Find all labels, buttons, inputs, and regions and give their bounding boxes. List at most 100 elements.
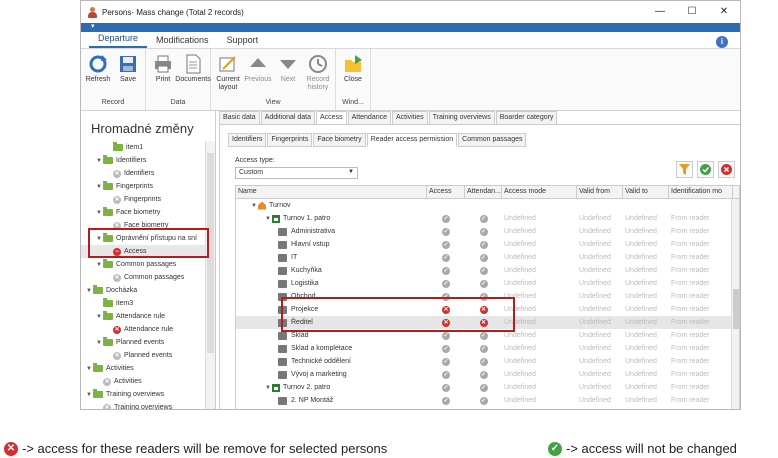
- tree-node[interactable]: item3: [81, 297, 206, 310]
- close-button[interactable]: ✕: [708, 1, 740, 23]
- check-icon[interactable]: ✓: [442, 279, 450, 288]
- check-icon[interactable]: ✓: [442, 240, 450, 249]
- tab-modifications[interactable]: Modifications: [147, 35, 218, 48]
- refresh-button[interactable]: Refresh: [83, 51, 113, 99]
- tree-node[interactable]: ▼ Training overviews: [81, 388, 206, 401]
- close-window-button[interactable]: Close: [338, 51, 368, 99]
- check-icon[interactable]: ✓: [479, 344, 488, 353]
- tree-node[interactable]: ▼ Identifiers: [81, 154, 206, 167]
- column-valid-from[interactable]: Valid from: [577, 186, 623, 198]
- chevron-down-icon[interactable]: ▼: [95, 210, 103, 216]
- table-row[interactable]: Technické oddělení ✓ ✓ Undefined Undefined Un…: [236, 355, 739, 368]
- tab-support[interactable]: Support: [218, 35, 268, 48]
- tree-scrollbar[interactable]: [205, 141, 215, 409]
- save-button[interactable]: Save: [113, 51, 143, 99]
- column-access[interactable]: Access: [427, 186, 465, 198]
- check-icon[interactable]: ✓: [442, 331, 450, 340]
- subtab-face-biometry[interactable]: Face biometry: [313, 133, 366, 147]
- grid-scrollbar[interactable]: [731, 199, 739, 409]
- next-button[interactable]: Next: [273, 51, 303, 99]
- chevron-down-icon[interactable]: ▼: [264, 385, 272, 391]
- check-icon[interactable]: ✓: [479, 396, 488, 405]
- subtab-common-passages[interactable]: Common passages: [458, 133, 527, 147]
- tab-attendance[interactable]: Attendance: [347, 111, 391, 124]
- tree-node[interactable]: ✕ Attendance rule: [81, 323, 206, 336]
- tree-node[interactable]: ✕ Common passages: [81, 271, 206, 284]
- check-icon[interactable]: ✓: [442, 357, 450, 366]
- chevron-down-icon[interactable]: ▼: [85, 288, 93, 294]
- table-row[interactable]: ▼ Turnov: [236, 199, 739, 212]
- check-icon[interactable]: ✓: [442, 266, 450, 275]
- tab-additional-data[interactable]: Additional data: [260, 111, 316, 124]
- chevron-down-icon[interactable]: ▼: [264, 216, 272, 222]
- help-info-icon[interactable]: i: [716, 36, 728, 48]
- minimize-button[interactable]: —: [644, 1, 676, 23]
- print-button[interactable]: Print: [148, 51, 178, 99]
- filter-button[interactable]: [676, 161, 693, 178]
- tree-node[interactable]: ▼ Planned events: [81, 336, 206, 349]
- access-type-select[interactable]: Custom ▼: [235, 167, 358, 179]
- tree-node[interactable]: ▼ Face biometry: [81, 206, 206, 219]
- subtab-reader-access-permission[interactable]: Reader access permission: [366, 133, 458, 147]
- subtab-fingerprints[interactable]: Fingerprints: [267, 133, 313, 147]
- chevron-down-icon[interactable]: ▼: [95, 262, 103, 268]
- record-history-button[interactable]: Record history: [303, 51, 333, 99]
- tab-departure[interactable]: Departure: [89, 33, 148, 48]
- check-icon[interactable]: ✓: [442, 227, 450, 236]
- tab-activities[interactable]: Activities: [392, 111, 428, 124]
- check-icon[interactable]: ✓: [479, 331, 488, 340]
- tab-basic-data[interactable]: Basic data: [219, 111, 260, 124]
- tree-node[interactable]: ▼ Activities: [81, 362, 206, 375]
- check-icon[interactable]: ✓: [442, 370, 450, 379]
- subtab-identifiers[interactable]: Identifiers: [228, 133, 267, 147]
- check-icon[interactable]: ✓: [479, 266, 488, 275]
- column-identification-mode[interactable]: Identification mo: [669, 186, 733, 198]
- tree-node[interactable]: ▼ Common passages: [81, 258, 206, 271]
- cancel-button[interactable]: [718, 161, 735, 178]
- grid-scroll-thumb[interactable]: [733, 289, 739, 329]
- qat-dropdown[interactable]: ▾: [91, 22, 95, 30]
- tree-node[interactable]: ▼ Docházka: [81, 284, 206, 297]
- check-icon[interactable]: ✓: [442, 253, 450, 262]
- confirm-button[interactable]: [697, 161, 714, 178]
- chevron-down-icon[interactable]: ▼: [85, 366, 93, 372]
- tab-training-overviews[interactable]: Training overviews: [428, 111, 495, 124]
- check-icon[interactable]: ✓: [442, 396, 450, 405]
- check-icon[interactable]: ✓: [479, 240, 488, 249]
- tree-node[interactable]: ✕ Training overviews: [81, 401, 206, 409]
- tree-node[interactable]: ▼ Attendance rule: [81, 310, 206, 323]
- check-icon[interactable]: ✓: [442, 344, 450, 353]
- maximize-button[interactable]: ☐: [676, 1, 708, 23]
- check-icon[interactable]: ✓: [479, 370, 488, 379]
- tree-node[interactable]: ✕ Identifiers: [81, 167, 206, 180]
- chevron-down-icon[interactable]: ▼: [85, 392, 93, 398]
- chevron-down-icon[interactable]: ▼: [250, 203, 258, 209]
- tree-node[interactable]: item1: [81, 141, 206, 154]
- table-row[interactable]: ▼ Turnov 2. patro ✓ ✓ Undefined Undefined Unde…: [236, 381, 739, 394]
- chevron-down-icon[interactable]: ▼: [95, 314, 103, 320]
- table-row[interactable]: ▼ Turnov 1. patro ✓ ✓ Undefined Undefined Unde…: [236, 212, 739, 225]
- check-icon[interactable]: ✓: [442, 383, 450, 392]
- column-access-mode[interactable]: Access mode: [502, 186, 577, 198]
- check-icon[interactable]: ✓: [479, 253, 488, 262]
- check-icon[interactable]: ✓: [479, 214, 488, 223]
- tree-node[interactable]: ✕ Fingerprints: [81, 193, 206, 206]
- check-icon[interactable]: ✓: [479, 357, 488, 366]
- table-row[interactable]: Logistika ✓ ✓ Undefined Undefined Undefined Fr…: [236, 277, 739, 290]
- table-row[interactable]: IT ✓ ✓ Undefined Undefined Undefined From read…: [236, 251, 739, 264]
- chevron-down-icon[interactable]: ▼: [95, 184, 103, 190]
- column-name[interactable]: Name: [236, 186, 427, 198]
- chevron-down-icon[interactable]: ▼: [95, 158, 103, 164]
- table-row[interactable]: Vývoj a marketing ✓ ✓ Undefined Undefined Und…: [236, 368, 739, 381]
- tree-node[interactable]: ▼ Fingerprints: [81, 180, 206, 193]
- tab-access[interactable]: Access: [316, 111, 347, 124]
- table-row[interactable]: Sklad a kompletace ✓ ✓ Undefined Undefined Un…: [236, 342, 739, 355]
- tab-boarder-category[interactable]: Boarder category: [495, 111, 558, 124]
- column-valid-to[interactable]: Valid to: [623, 186, 669, 198]
- table-row[interactable]: 2. NP Montáž ✓ ✓ Undefined Undefined Undefine…: [236, 394, 739, 407]
- current-layout-button[interactable]: Current layout: [213, 51, 243, 99]
- column-attendance[interactable]: Attendan...: [465, 186, 502, 198]
- table-row[interactable]: Hlavní vstup ✓ ✓ Undefined Undefined Undefine…: [236, 238, 739, 251]
- previous-button[interactable]: Previous: [243, 51, 273, 99]
- check-icon[interactable]: ✓: [479, 279, 488, 288]
